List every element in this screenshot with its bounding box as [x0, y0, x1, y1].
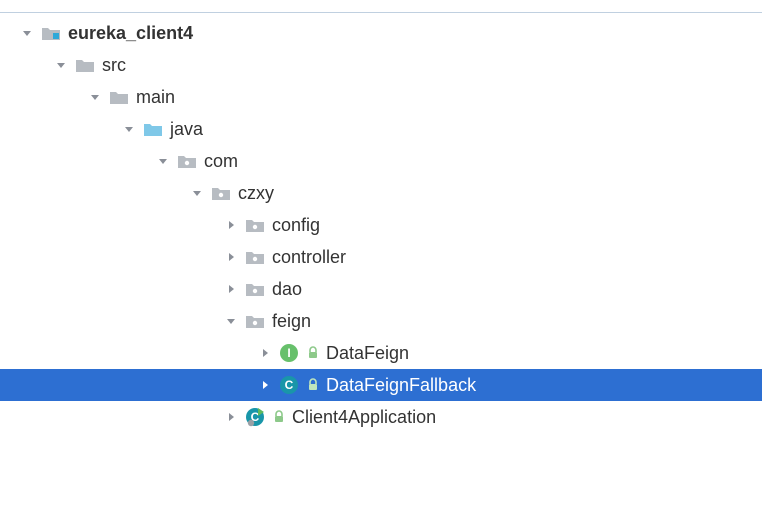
- tree-node-label: controller: [272, 241, 346, 273]
- chevron-down-icon[interactable]: [154, 152, 172, 170]
- tree-node-java[interactable]: java: [0, 113, 762, 145]
- lock-icon: [306, 378, 320, 392]
- tree-node-feign[interactable]: feign: [0, 305, 762, 337]
- svg-text:I: I: [287, 346, 290, 360]
- class-run-icon: C: [244, 406, 266, 428]
- package-icon: [244, 278, 266, 300]
- folder-gray-icon: [108, 86, 130, 108]
- chevron-right-icon[interactable]: [256, 344, 274, 362]
- lock-icon: [272, 410, 286, 424]
- chevron-down-icon[interactable]: [188, 184, 206, 202]
- tree-node-src[interactable]: src: [0, 49, 762, 81]
- tree-node-label: czxy: [238, 177, 274, 209]
- package-icon: [210, 182, 232, 204]
- chevron-right-icon[interactable]: [222, 408, 240, 426]
- tree-node-com[interactable]: com: [0, 145, 762, 177]
- tree-node-label: eureka_client4: [68, 17, 193, 49]
- tree-node-datafeign[interactable]: I DataFeign: [0, 337, 762, 369]
- module-folder-icon: [40, 22, 62, 44]
- class-icon: C: [278, 374, 300, 396]
- chevron-right-icon[interactable]: [222, 248, 240, 266]
- chevron-right-icon[interactable]: [222, 280, 240, 298]
- package-icon: [244, 310, 266, 332]
- package-icon: [176, 150, 198, 172]
- tree-node-main[interactable]: main: [0, 81, 762, 113]
- tree-node-label: dao: [272, 273, 302, 305]
- tree-node-label: config: [272, 209, 320, 241]
- folder-blue-icon: [142, 118, 164, 140]
- tree-node-label: src: [102, 49, 126, 81]
- tree-node-czxy[interactable]: czxy: [0, 177, 762, 209]
- tree-node-dao[interactable]: dao: [0, 273, 762, 305]
- tree-node-controller[interactable]: controller: [0, 241, 762, 273]
- project-tree[interactable]: eureka_client4srcmainjavacomczxyconfigco…: [0, 12, 762, 433]
- tree-node-config[interactable]: config: [0, 209, 762, 241]
- tree-node-label: java: [170, 113, 203, 145]
- chevron-down-icon[interactable]: [120, 120, 138, 138]
- chevron-right-icon[interactable]: [256, 376, 274, 394]
- tree-node-label: com: [204, 145, 238, 177]
- chevron-down-icon[interactable]: [18, 24, 36, 42]
- tree-node-label: DataFeign: [326, 337, 409, 369]
- tree-node-label: DataFeignFallback: [326, 369, 476, 401]
- chevron-down-icon[interactable]: [222, 312, 240, 330]
- package-icon: [244, 214, 266, 236]
- chevron-right-icon[interactable]: [222, 216, 240, 234]
- chevron-down-icon[interactable]: [86, 88, 104, 106]
- tree-node-eureka_client4[interactable]: eureka_client4: [0, 17, 762, 49]
- interface-icon: I: [278, 342, 300, 364]
- tree-node-label: Client4Application: [292, 401, 436, 433]
- chevron-down-icon[interactable]: [52, 56, 70, 74]
- tree-node-label: main: [136, 81, 175, 113]
- folder-gray-icon: [74, 54, 96, 76]
- lock-icon: [306, 346, 320, 360]
- package-icon: [244, 246, 266, 268]
- tree-node-datafeignfallback[interactable]: C DataFeignFallback: [0, 369, 762, 401]
- svg-text:C: C: [285, 378, 294, 392]
- tree-node-label: feign: [272, 305, 311, 337]
- tree-node-client4application[interactable]: C Client4Application: [0, 401, 762, 433]
